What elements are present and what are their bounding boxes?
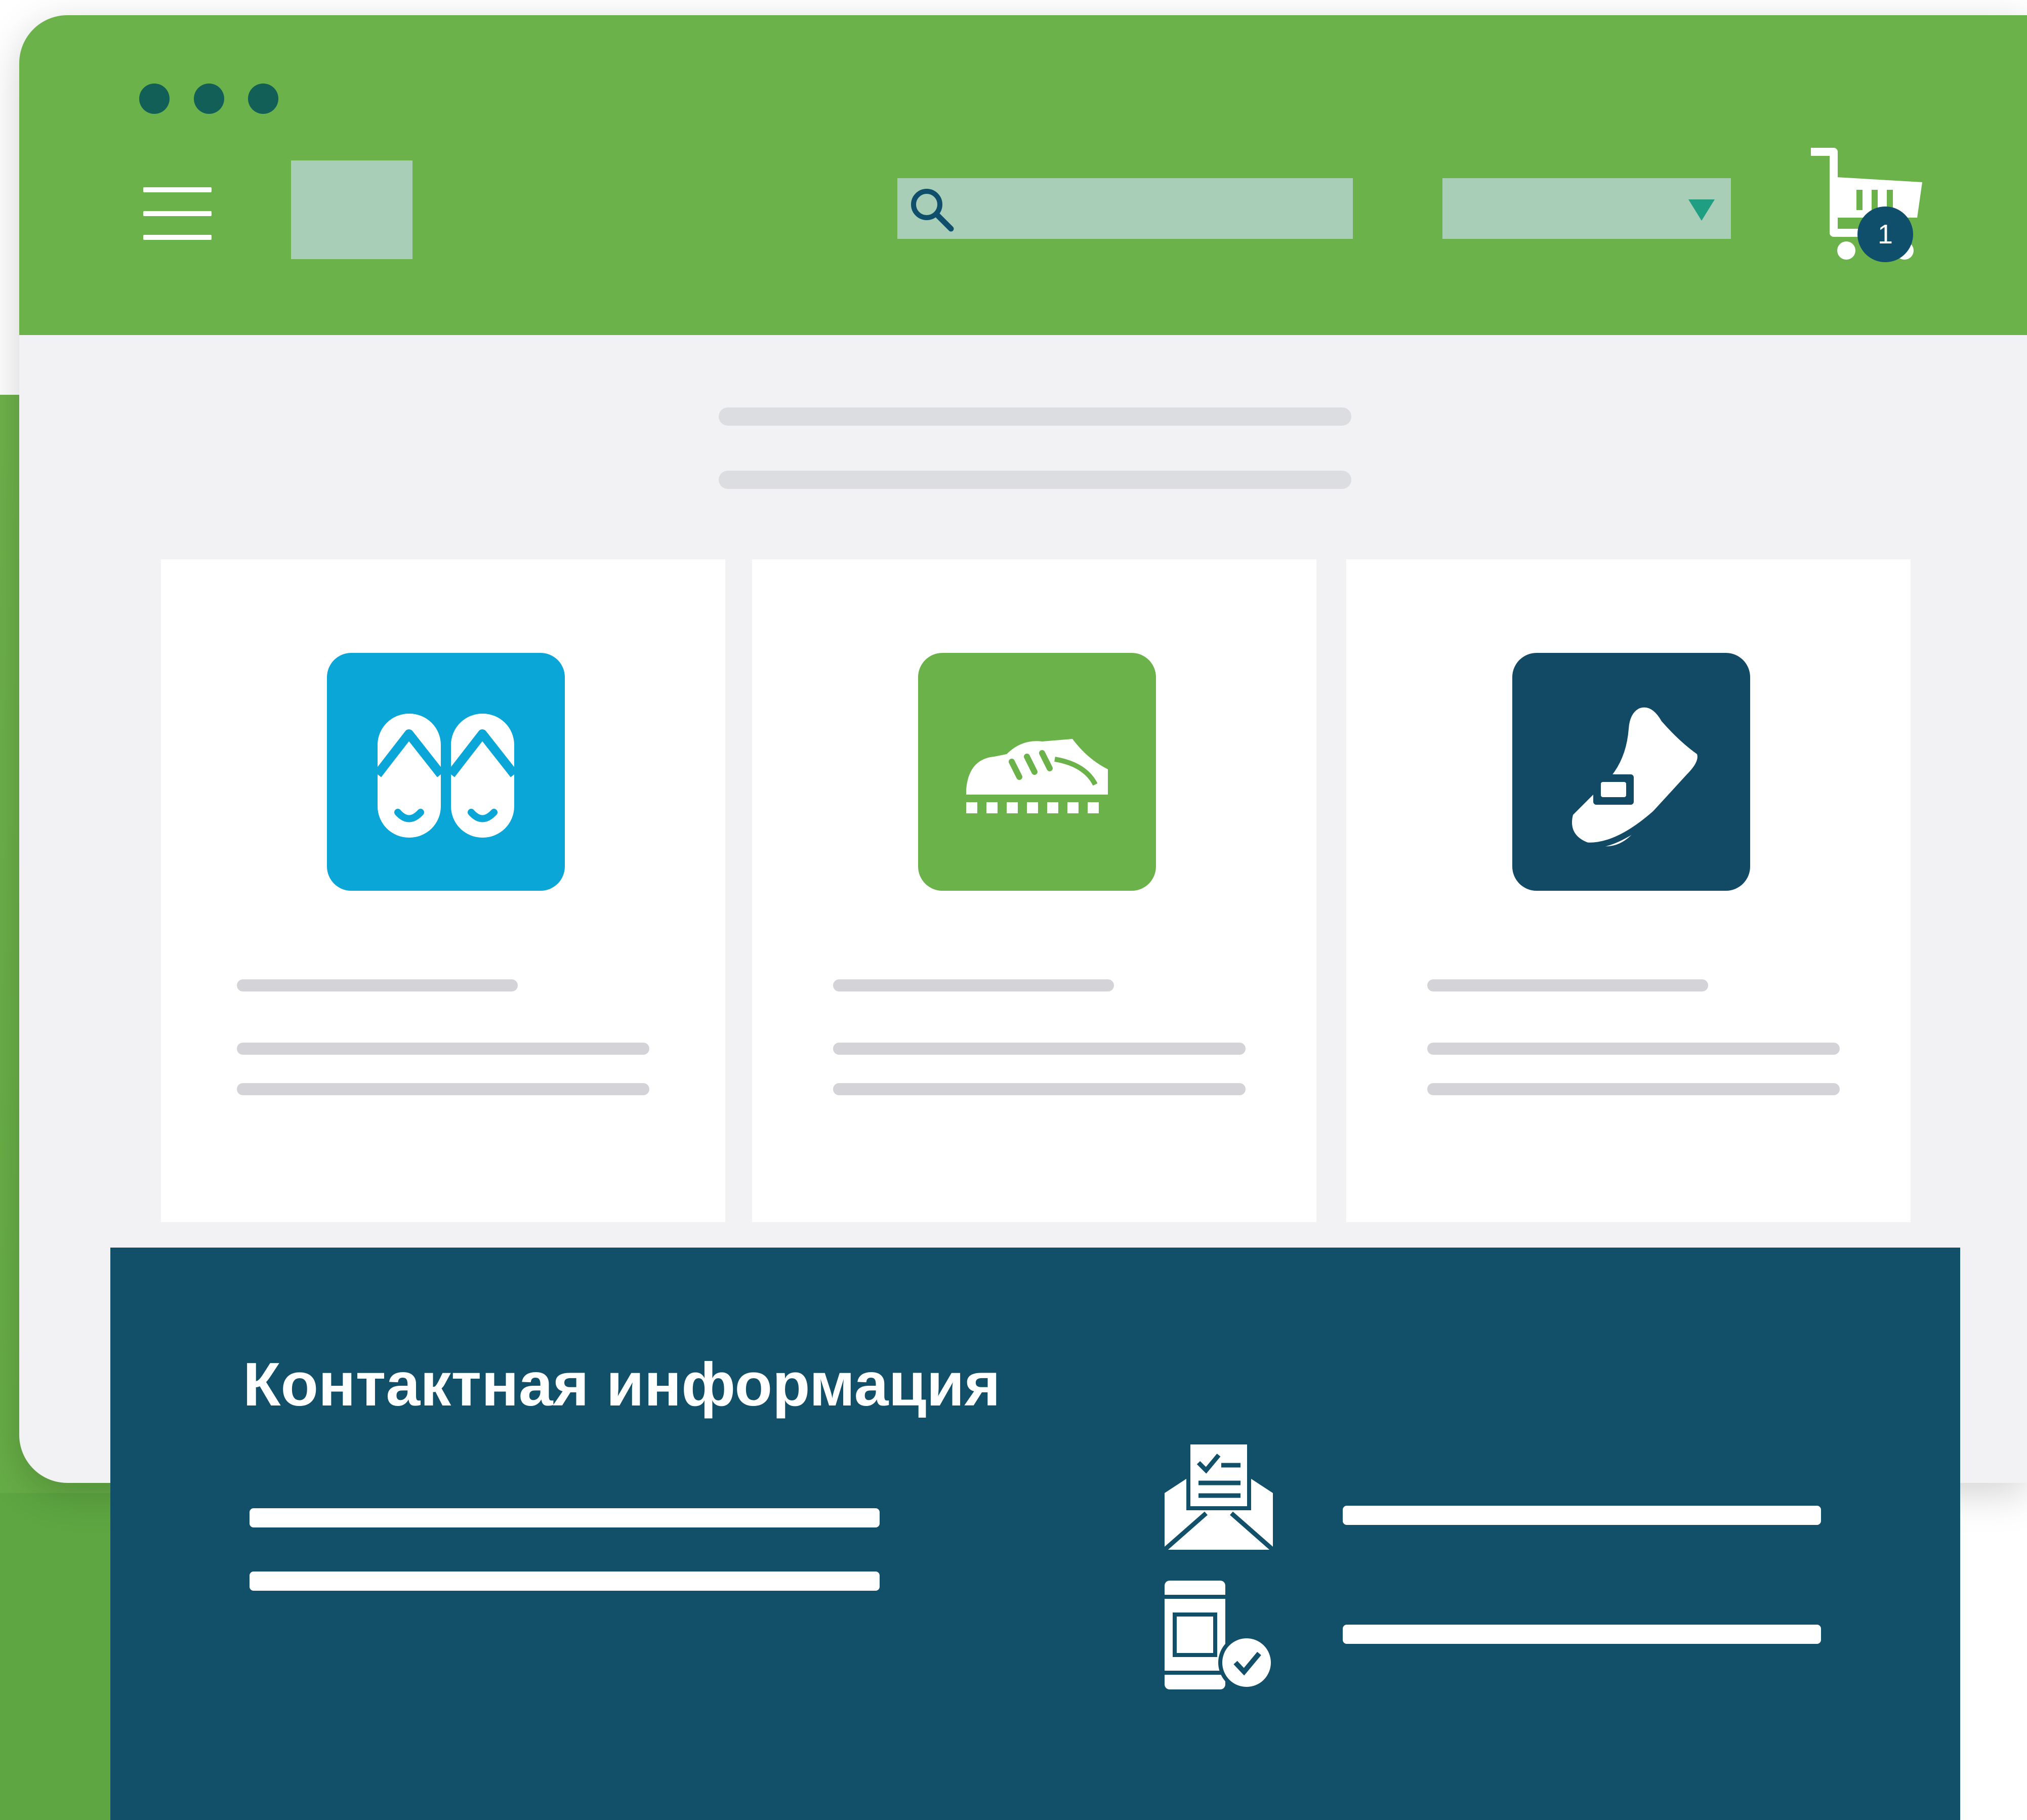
email-icon [1163,1440,1274,1552]
phone-check-icon [1165,1581,1275,1691]
sneaker-icon [918,653,1156,891]
card-text-placeholder [1427,1043,1840,1055]
contact-text-placeholder [250,1571,880,1591]
cart-count-badge: 1 [1857,206,1913,262]
hamburger-icon[interactable] [143,178,212,249]
email-text-placeholder [1343,1506,1821,1525]
flip-flops-icon [327,653,565,891]
card-title-placeholder [237,979,518,991]
card-text-placeholder [237,1083,649,1095]
card-text-placeholder [833,1083,1246,1095]
chevron-down-icon [1688,199,1715,221]
category-card-flip-flops[interactable] [161,559,725,1222]
logo-placeholder[interactable] [291,160,412,259]
section-subtitle-placeholder [719,471,1351,489]
site-header [19,15,2027,335]
window-dot-2[interactable] [194,84,224,114]
window-dot-3[interactable] [248,84,278,114]
category-select[interactable] [1442,178,1731,239]
card-title-placeholder [833,979,1114,991]
running-shoe-icon [1512,653,1750,891]
section-title-placeholder [719,407,1351,426]
card-text-placeholder [833,1043,1246,1055]
phone-text-placeholder [1343,1625,1821,1644]
contact-title: Контактная информация [243,1350,1001,1419]
card-title-placeholder [1427,979,1708,991]
category-card-running-shoe[interactable] [1346,559,1911,1222]
card-text-placeholder [1427,1083,1840,1095]
search-input[interactable] [897,178,1353,239]
category-card-sneaker[interactable] [752,559,1316,1222]
card-text-placeholder [237,1043,649,1055]
search-icon [911,189,954,232]
contact-text-placeholder [250,1508,880,1527]
contact-section: Контактная информация [110,1248,1960,1820]
window-dot-1[interactable] [139,84,170,114]
